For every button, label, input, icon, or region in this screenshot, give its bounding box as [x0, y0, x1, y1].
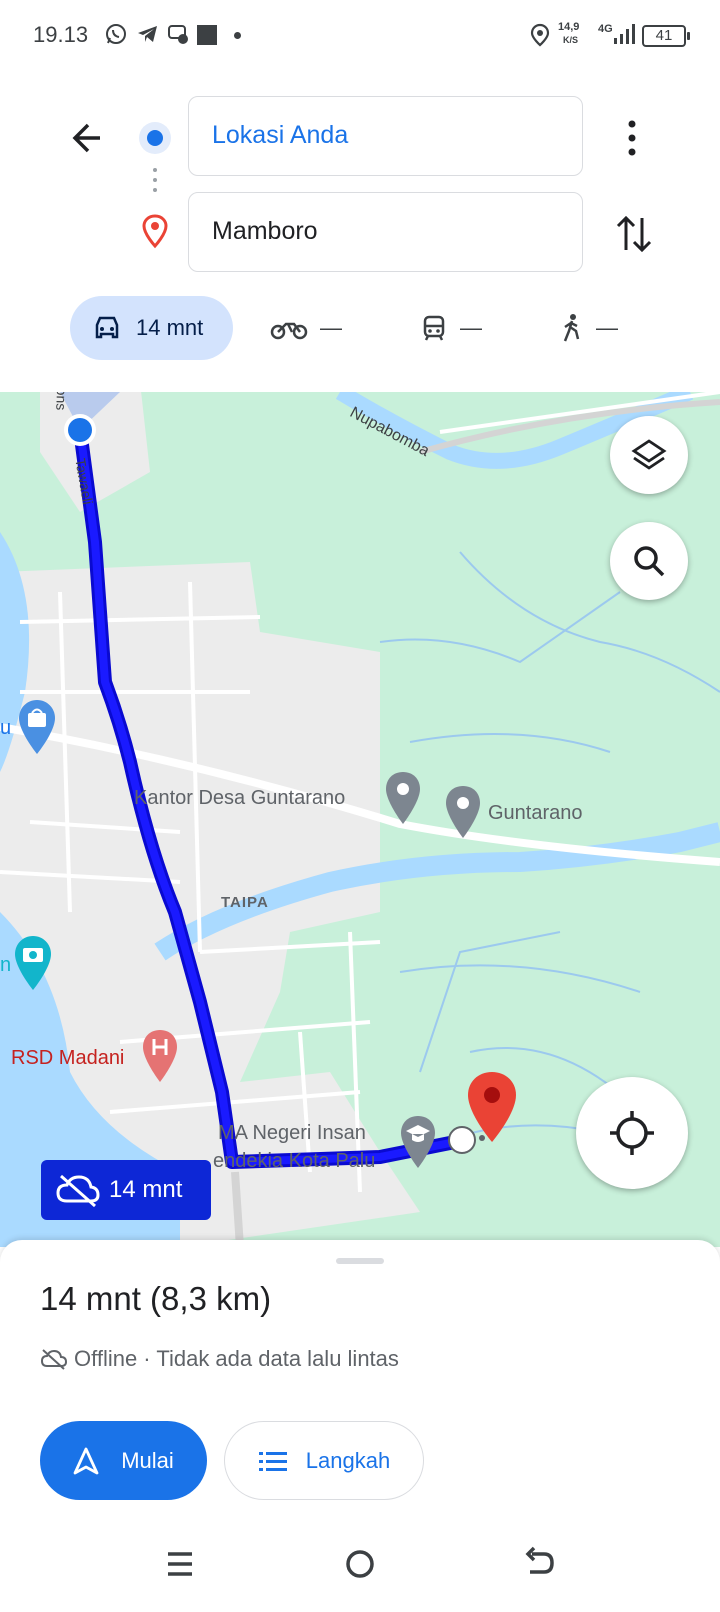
traffic-status: Offline · Tidak ada data lalu lintas	[40, 1346, 399, 1372]
route-eta: 14 mnt (8,3 km)	[40, 1280, 272, 1317]
place-label-rsd[interactable]: RSD Madani	[11, 1047, 124, 1070]
destination-pin-icon	[142, 214, 168, 249]
train-icon	[423, 315, 445, 341]
place-label-school-2[interactable]: endekia Kota Palu	[213, 1150, 375, 1173]
travel-mode-row: 14 mnt — — —	[0, 296, 720, 362]
steps-button[interactable]: Langkah	[224, 1421, 424, 1500]
list-icon	[258, 1451, 287, 1471]
route-time-label: 14 mnt	[109, 1176, 183, 1203]
menu-nav-button[interactable]	[160, 1544, 200, 1584]
system-nav-bar	[0, 1530, 720, 1612]
speed-unit: K/S	[563, 35, 579, 45]
signal-icon	[614, 24, 635, 44]
destination-marker-icon[interactable]	[465, 1070, 519, 1144]
motorcycle-icon	[270, 322, 308, 340]
square-notification-icon	[197, 25, 217, 45]
place-label-guntarano[interactable]: Guntarano	[488, 802, 583, 825]
more-options-button[interactable]	[618, 116, 646, 160]
camera-marker-icon[interactable]	[12, 934, 54, 992]
dot-icon	[234, 32, 241, 39]
area-label-taipa: TAIPA	[221, 894, 269, 911]
status-time: 19.13	[33, 22, 89, 47]
route-time-chip[interactable]: 14 mnt	[41, 1160, 211, 1220]
mode-walk-tab[interactable]: —	[560, 296, 618, 360]
place-label-kantor[interactable]: Kantor Desa Guntarano	[134, 787, 345, 810]
back-button[interactable]	[62, 112, 114, 164]
messenger-icon	[168, 25, 188, 44]
route-dots-icon	[152, 168, 158, 198]
transit-duration: —	[460, 315, 482, 340]
search-along-route-button[interactable]	[610, 522, 688, 600]
destination-field[interactable]: Mamboro	[188, 192, 583, 272]
motorcycle-duration: —	[320, 315, 342, 340]
crosshair-icon	[610, 1111, 654, 1155]
mode-motorcycle-tab[interactable]: —	[270, 296, 342, 360]
start-label: Mulai	[121, 1447, 174, 1473]
layers-icon	[631, 439, 667, 470]
hospital-marker-icon[interactable]	[140, 1028, 180, 1084]
network-type: 4G	[598, 23, 613, 35]
car-duration: 14 mnt	[136, 315, 204, 340]
school-marker-icon[interactable]	[398, 1114, 438, 1170]
place-label-school-1[interactable]: MA Negeri Insan	[218, 1122, 366, 1145]
status-bar: 19.13 14,9 K/S 4G 41	[0, 0, 720, 72]
place-marker-icon[interactable]	[383, 770, 423, 826]
directions-header: Lokasi Anda Mamboro 14 mnt — — —	[0, 72, 720, 392]
walk-duration: —	[596, 315, 618, 340]
back-nav-button[interactable]	[520, 1544, 560, 1584]
swap-button[interactable]	[612, 210, 656, 258]
search-icon	[634, 546, 665, 577]
my-location-button[interactable]	[576, 1077, 688, 1189]
edge-label-n: n	[0, 954, 12, 976]
steps-label: Langkah	[305, 1447, 391, 1473]
place-marker-icon[interactable]	[443, 784, 483, 840]
car-icon	[95, 316, 119, 339]
whatsapp-icon	[106, 24, 126, 44]
road-label-poros: ons	[53, 392, 70, 411]
telegram-icon	[138, 26, 157, 42]
origin-dot-icon	[139, 122, 171, 154]
traffic-status-text: Offline · Tidak ada data lalu lintas	[74, 1346, 399, 1371]
location-icon	[530, 23, 550, 47]
battery-icon: 41	[642, 25, 690, 47]
layers-button[interactable]	[610, 416, 688, 494]
cloud-off-icon	[56, 1174, 100, 1207]
cloud-off-icon	[40, 1349, 68, 1370]
mode-car-tab[interactable]: 14 mnt	[70, 296, 233, 360]
shopping-marker-icon[interactable]	[16, 698, 58, 756]
start-button[interactable]: Mulai	[40, 1421, 207, 1500]
home-nav-button[interactable]	[340, 1544, 380, 1584]
sheet-drag-handle[interactable]	[336, 1258, 384, 1264]
walk-icon	[563, 314, 580, 342]
edge-label-u: u	[0, 717, 12, 739]
map-view[interactable]: Nupabomba ons Tawaeli Kantor Desa Guntar…	[0, 392, 720, 1247]
speed-value: 14,9	[558, 21, 580, 33]
mode-transit-tab[interactable]: —	[420, 296, 482, 360]
navigation-arrow-icon	[73, 1447, 99, 1474]
origin-field[interactable]: Lokasi Anda	[188, 96, 583, 176]
